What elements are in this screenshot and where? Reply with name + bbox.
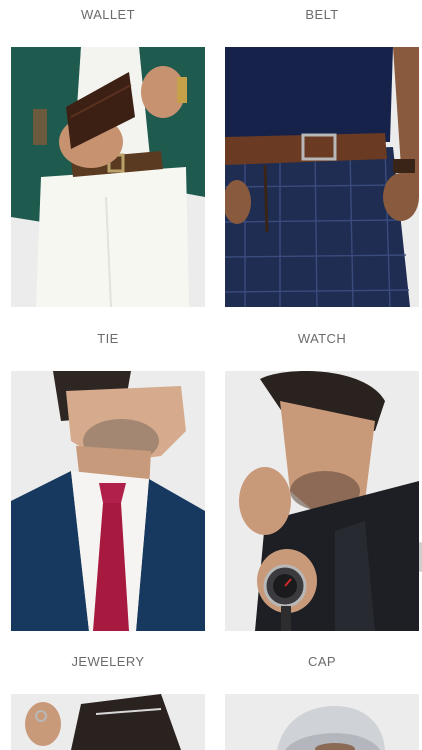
cap-photo-illustration bbox=[225, 694, 419, 750]
category-label-wallet: WALLET bbox=[81, 7, 135, 22]
category-label-belt: BELT bbox=[305, 7, 339, 22]
tie-photo[interactable] bbox=[11, 371, 205, 631]
tie-photo-illustration bbox=[11, 371, 205, 631]
cap-photo[interactable] bbox=[225, 694, 419, 750]
watch-photo-illustration bbox=[225, 371, 419, 631]
category-label-tie: TIE bbox=[97, 331, 119, 346]
category-tile-jewelery[interactable]: JEWELERY bbox=[11, 647, 205, 750]
wallet-photo[interactable] bbox=[11, 47, 205, 307]
category-label-cap: CAP bbox=[308, 654, 336, 669]
category-tile-watch[interactable]: WATCH bbox=[225, 324, 419, 634]
belt-photo-illustration bbox=[225, 47, 419, 307]
category-label-watch: WATCH bbox=[297, 331, 347, 346]
watch-photo[interactable] bbox=[225, 371, 419, 631]
wallet-photo-illustration bbox=[11, 47, 205, 307]
jewelery-photo-illustration bbox=[11, 694, 205, 750]
jewelery-photo[interactable] bbox=[11, 694, 205, 750]
category-tile-belt[interactable]: BELT bbox=[225, 0, 419, 310]
category-label-jewelery: JEWELERY bbox=[71, 654, 145, 669]
category-tile-cap[interactable]: CAP bbox=[225, 647, 419, 750]
belt-photo[interactable] bbox=[225, 47, 419, 307]
category-tile-wallet[interactable]: WALLET bbox=[11, 0, 205, 310]
category-tile-tie[interactable]: TIE bbox=[11, 324, 205, 634]
category-grid: WALLET BELT TIE WATCH JEWELERY CAP bbox=[0, 0, 422, 750]
